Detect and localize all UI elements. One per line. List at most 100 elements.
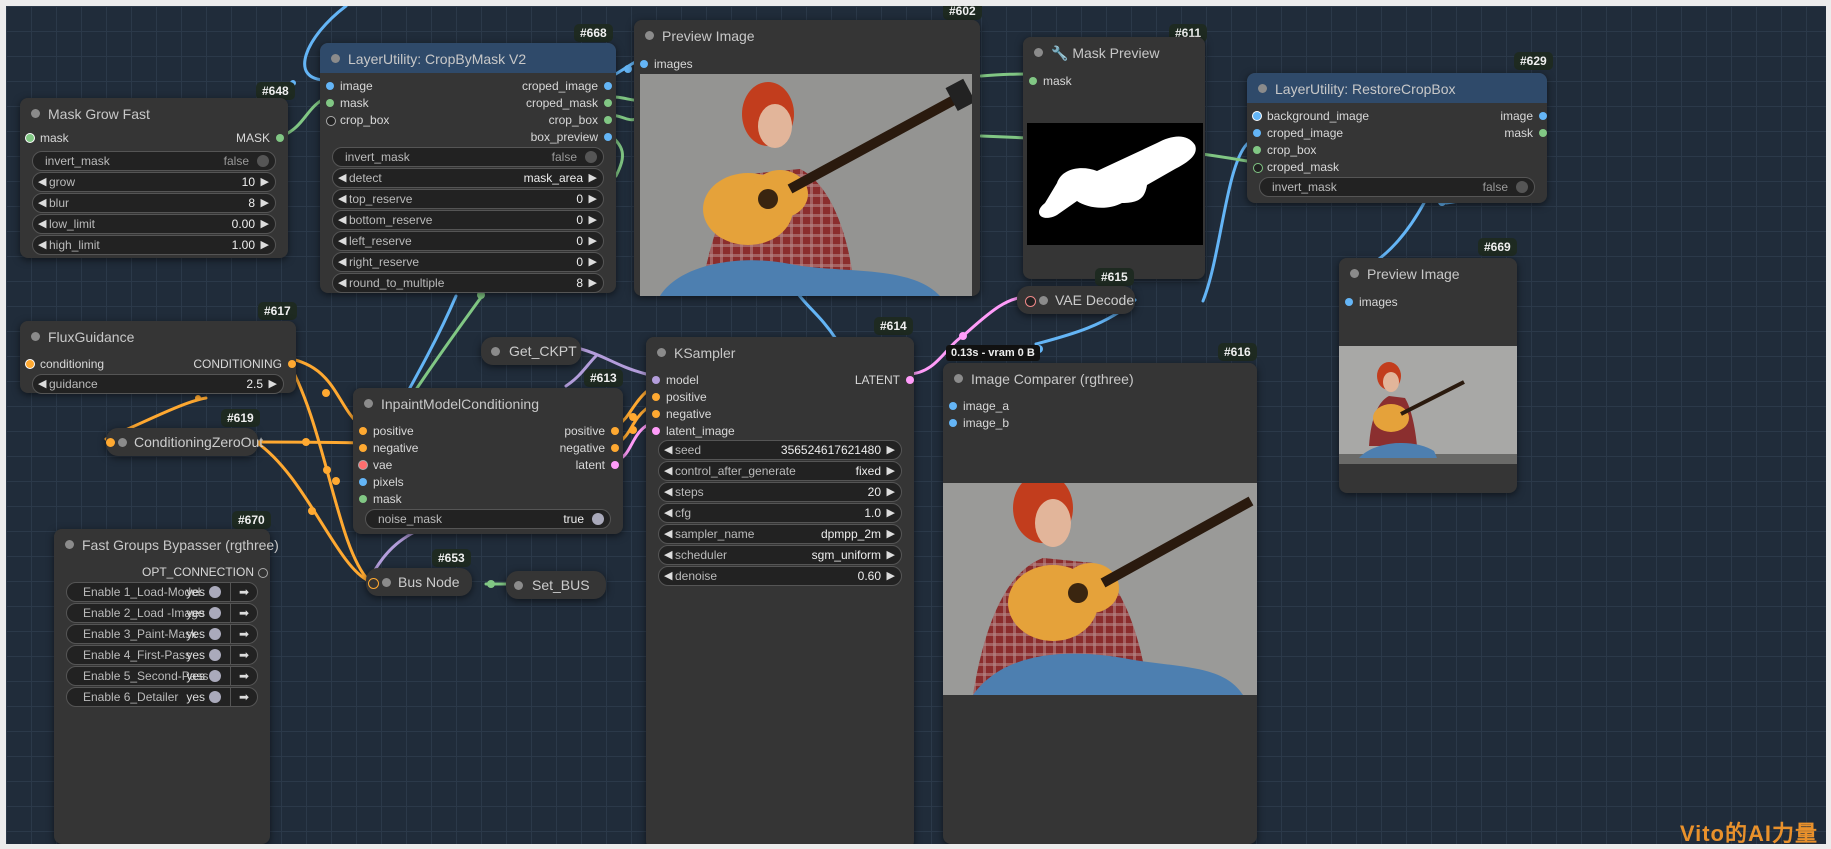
node-header[interactable]: FluxGuidance: [20, 321, 296, 351]
decrement-arrow-icon[interactable]: ◀: [664, 464, 672, 477]
output-crop-box[interactable]: crop_box: [549, 113, 612, 127]
decrement-arrow-icon[interactable]: ◀: [664, 569, 672, 582]
socket-icon[interactable]: [604, 116, 612, 124]
guidance-number-widget[interactable]: ◀ guidance 2.5 ▶: [32, 374, 284, 394]
node-graph-canvas[interactable]: #648 Mask Grow Fast mask MASK invert_mas…: [6, 6, 1826, 844]
input-image-b[interactable]: image_b: [949, 416, 1009, 430]
collapse-dot-icon[interactable]: [65, 540, 74, 549]
conditioning-socket-icon[interactable]: [106, 438, 115, 447]
input-pixels[interactable]: pixels: [359, 475, 404, 489]
socket-icon[interactable]: [288, 360, 296, 368]
bus-node[interactable]: Bus Node: [366, 568, 472, 596]
increment-arrow-icon[interactable]: ▶: [261, 238, 269, 251]
decrement-arrow-icon[interactable]: ◀: [338, 234, 346, 247]
inpaint-model-conditioning-node[interactable]: InpaintModelConditioning positive negati…: [353, 388, 623, 534]
collapse-dot-icon[interactable]: [118, 438, 127, 447]
input-mask[interactable]: mask: [26, 131, 69, 145]
socket-icon[interactable]: [258, 568, 268, 578]
increment-arrow-icon[interactable]: ▶: [261, 175, 269, 188]
image-comparer-node[interactable]: Image Comparer (rgthree) image_a image_b: [943, 363, 1257, 844]
increment-arrow-icon[interactable]: ▶: [887, 443, 895, 456]
control-after-generate-combo[interactable]: ◀ control_after_generate fixed ▶: [658, 461, 902, 481]
invert-mask-toggle[interactable]: invert_mask false: [1259, 177, 1535, 197]
socket-icon[interactable]: [1539, 129, 1547, 137]
collapse-dot-icon[interactable]: [382, 578, 391, 587]
increment-arrow-icon[interactable]: ▶: [589, 276, 597, 289]
collapse-dot-icon[interactable]: [657, 348, 666, 357]
steps-widget[interactable]: ◀ steps 20 ▶: [658, 482, 902, 502]
enable-group-toggle[interactable]: Enable 6_Detailer yes ➡: [66, 687, 258, 707]
socket-icon[interactable]: [359, 478, 367, 486]
navigate-arrow-icon[interactable]: ➡: [230, 624, 257, 644]
socket-icon[interactable]: [26, 134, 34, 142]
node-header[interactable]: Image Comparer (rgthree): [943, 363, 1257, 393]
input-background-image[interactable]: background_image: [1253, 109, 1369, 123]
collapse-dot-icon[interactable]: [31, 109, 40, 118]
scheduler-combo[interactable]: ◀ scheduler sgm_uniform ▶: [658, 545, 902, 565]
collapse-dot-icon[interactable]: [1039, 296, 1048, 305]
seed-widget[interactable]: ◀ seed 356524617621480 ▶: [658, 440, 902, 460]
socket-icon[interactable]: [326, 99, 334, 107]
socket-icon[interactable]: [652, 393, 660, 401]
input-images[interactable]: images: [640, 57, 693, 71]
comparer-photo-image[interactable]: [943, 483, 1257, 695]
socket-icon[interactable]: [359, 444, 367, 452]
noise-mask-toggle[interactable]: noise_mask true: [365, 509, 611, 529]
output-mask[interactable]: MASK: [236, 131, 284, 145]
decrement-arrow-icon[interactable]: ◀: [664, 527, 672, 540]
input-image[interactable]: image: [326, 79, 373, 93]
output-croped-image[interactable]: croped_image: [522, 79, 612, 93]
socket-icon[interactable]: [26, 360, 34, 368]
ksampler-node[interactable]: KSampler model positive negative latent_…: [646, 337, 914, 844]
preview-image-node[interactable]: Preview Image images: [1339, 258, 1517, 493]
increment-arrow-icon[interactable]: ▶: [589, 234, 597, 247]
socket-icon[interactable]: [640, 60, 648, 68]
output-latent[interactable]: LATENT: [855, 373, 914, 387]
input-conditioning[interactable]: conditioning: [26, 357, 104, 371]
collapse-dot-icon[interactable]: [645, 31, 654, 40]
denoise-widget[interactable]: ◀ denoise 0.60 ▶: [658, 566, 902, 586]
bus-socket-icon[interactable]: [368, 578, 379, 589]
sampler-name-combo[interactable]: ◀ sampler_name dpmpp_2m ▶: [658, 524, 902, 544]
output-latent[interactable]: latent: [576, 458, 619, 472]
enable-group-toggle[interactable]: Enable 5_Second-Pass yes ➡: [66, 666, 258, 686]
input-crop-box[interactable]: crop_box: [1253, 143, 1316, 157]
decrement-arrow-icon[interactable]: ◀: [338, 192, 346, 205]
round-to-multiple-widget[interactable]: ◀ round_to_multiple 8 ▶: [332, 273, 604, 293]
flux-guidance-node[interactable]: FluxGuidance conditioning CONDITIONING ◀…: [20, 321, 296, 394]
output-negative[interactable]: negative: [560, 441, 619, 455]
increment-arrow-icon[interactable]: ▶: [887, 527, 895, 540]
output-croped-mask[interactable]: croped_mask: [526, 96, 612, 110]
collapse-dot-icon[interactable]: [31, 332, 40, 341]
socket-icon[interactable]: [611, 427, 619, 435]
decrement-arrow-icon[interactable]: ◀: [38, 196, 46, 209]
input-images[interactable]: images: [1345, 295, 1398, 309]
socket-icon[interactable]: [906, 376, 914, 384]
collapse-dot-icon[interactable]: [954, 374, 963, 383]
input-model[interactable]: model: [652, 373, 699, 387]
socket-icon[interactable]: [359, 461, 367, 469]
increment-arrow-icon[interactable]: ▶: [887, 506, 895, 519]
socket-icon[interactable]: [604, 99, 612, 107]
conditioning-zero-out-node[interactable]: ConditioningZeroOut: [106, 428, 263, 456]
collapse-dot-icon[interactable]: [1258, 84, 1267, 93]
socket-icon[interactable]: [326, 82, 334, 90]
socket-icon[interactable]: [611, 444, 619, 452]
navigate-arrow-icon[interactable]: ➡: [230, 582, 257, 602]
socket-icon[interactable]: [652, 427, 660, 435]
navigate-arrow-icon[interactable]: ➡: [230, 645, 257, 665]
socket-icon[interactable]: [1253, 129, 1261, 137]
bottom-reserve-widget[interactable]: ◀ bottom_reserve 0 ▶: [332, 210, 604, 230]
detect-combo[interactable]: ◀ detect mask_area ▶: [332, 168, 604, 188]
socket-icon[interactable]: [604, 133, 612, 141]
invert-mask-toggle[interactable]: invert_mask false: [332, 147, 604, 167]
input-image-a[interactable]: image_a: [949, 399, 1009, 413]
node-header[interactable]: Preview Image: [634, 20, 980, 50]
input-positive[interactable]: positive: [359, 424, 414, 438]
socket-icon[interactable]: [1253, 112, 1261, 120]
navigate-arrow-icon[interactable]: ➡: [230, 666, 257, 686]
decrement-arrow-icon[interactable]: ◀: [38, 238, 46, 251]
crop-by-mask-node[interactable]: LayerUtility: CropByMask V2 image mask c…: [320, 43, 616, 293]
collapse-dot-icon[interactable]: [1034, 48, 1043, 57]
input-positive[interactable]: positive: [652, 390, 707, 404]
